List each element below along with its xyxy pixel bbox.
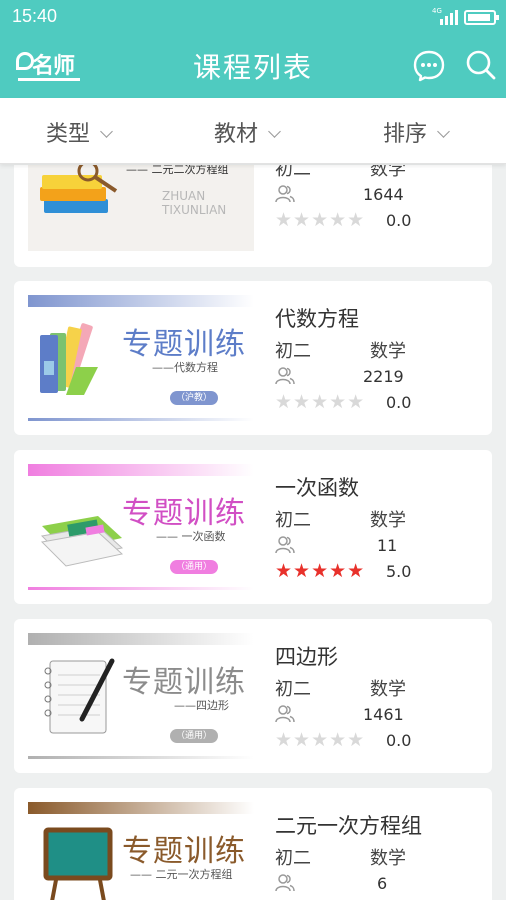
learners-icon xyxy=(275,874,295,892)
course-title: 四边形 xyxy=(275,645,338,669)
filter-type[interactable]: 类型 xyxy=(46,116,113,148)
rating-score: 0.0 xyxy=(386,211,412,230)
thumb-subtitle: ——代数方程 xyxy=(152,361,218,374)
thumb-subtitle: —— 二元二次方程组 xyxy=(126,165,229,176)
thumb-watermark: ZHUAN TIXUNLIAN xyxy=(162,189,227,217)
course-title: 一次函数 xyxy=(275,476,359,500)
thumb-subtitle: —— 一次函数 xyxy=(156,530,226,543)
books-icon xyxy=(40,323,98,395)
course-card[interactable]: 专题训练 ——四边形 （通用） 四边形 初二 数学 1461 ★★★★★ 0.0 xyxy=(14,619,492,773)
course-card[interactable]: 专题训练 ——代数方程 （沪教） 代数方程 初二 数学 2219 ★★★★★ 0… xyxy=(14,281,492,435)
course-thumbnail: 专题训练 —— 一次函数 （通用） xyxy=(28,464,254,590)
rating-score: 5.0 xyxy=(386,562,412,581)
books-magnifier-icon xyxy=(40,165,118,213)
course-grade: 初二 xyxy=(275,848,311,869)
rating-stars: ★★★★★ xyxy=(275,729,366,751)
filter-textbook[interactable]: 教材 xyxy=(214,116,281,148)
thumb-heading: 专题训练 xyxy=(122,327,246,362)
rating-stars: ★★★★★ xyxy=(275,391,366,413)
signal-icon: 4G xyxy=(432,7,458,25)
status-bar: 15:40 4G xyxy=(0,0,506,34)
rating-score: 0.0 xyxy=(386,731,412,750)
course-subject: 数学 xyxy=(370,510,406,531)
course-thumbnail: 专题训练 ——代数方程 （沪教） xyxy=(28,295,254,421)
learners-icon xyxy=(275,536,295,554)
chevron-down-icon xyxy=(437,125,450,138)
course-thumbnail: 专题训练 —— 二元一次方程组 xyxy=(28,802,254,900)
course-card[interactable]: —— 二元二次方程组 ZHUAN TIXUNLIAN 初二 数学 1644 ★★… xyxy=(14,165,492,267)
thumb-heading: 专题训练 xyxy=(122,496,246,531)
learner-count: 6 xyxy=(377,874,388,893)
chevron-down-icon xyxy=(268,125,281,138)
thumb-subtitle: —— 二元一次方程组 xyxy=(130,868,233,881)
app-bar: 名师 课程列表 xyxy=(0,34,506,98)
search-button[interactable] xyxy=(464,48,498,82)
network-label: 4G xyxy=(432,7,442,15)
battery-icon xyxy=(464,10,499,25)
course-subject: 数学 xyxy=(370,848,406,869)
learners-icon xyxy=(275,367,295,385)
course-thumbnail: 专题训练 ——四边形 （通用） xyxy=(28,633,254,759)
course-title: 代数方程 xyxy=(275,307,359,331)
status-time: 15:40 xyxy=(12,6,58,26)
course-title: 二元一次方程组 xyxy=(275,814,422,838)
filter-textbook-label: 教材 xyxy=(214,122,259,147)
course-card[interactable]: 专题训练 —— 一次函数 （通用） 一次函数 初二 数学 11 ★★★★★ 5.… xyxy=(14,450,492,604)
filter-bar: 类型 教材 排序 xyxy=(0,98,506,164)
course-grade: 初二 xyxy=(275,510,311,531)
notebook-pen-icon xyxy=(44,658,115,734)
message-button[interactable] xyxy=(412,48,446,82)
rating-stars: ★★★★★ xyxy=(275,209,366,231)
thumb-heading: 专题训练 xyxy=(122,834,246,869)
course-grade: 初二 xyxy=(275,341,311,362)
course-thumbnail: —— 二元二次方程组 ZHUAN TIXUNLIAN xyxy=(28,165,254,251)
course-list[interactable]: —— 二元二次方程组 ZHUAN TIXUNLIAN 初二 数学 1644 ★★… xyxy=(0,165,506,900)
course-subject: 数学 xyxy=(370,165,406,180)
thumb-subtitle: ——四边形 xyxy=(174,699,229,712)
blackboard-icon xyxy=(43,827,113,900)
course-subject: 数学 xyxy=(370,679,406,700)
learner-count: 1461 xyxy=(363,705,404,724)
course-card[interactable]: 专题训练 —— 二元一次方程组 二元一次方程组 初二 数学 6 xyxy=(14,788,492,900)
filter-type-label: 类型 xyxy=(46,122,91,147)
rating-stars: ★★★★★ xyxy=(275,560,366,582)
learner-count: 11 xyxy=(377,536,398,555)
thumb-edition-badge: （通用） xyxy=(170,729,218,743)
course-subject: 数学 xyxy=(370,341,406,362)
learner-count: 1644 xyxy=(363,185,404,204)
thumb-heading: 专题训练 xyxy=(122,665,246,700)
learners-icon xyxy=(275,185,295,203)
learner-count: 2219 xyxy=(363,367,404,386)
papers-icon xyxy=(40,516,124,567)
course-grade: 初二 xyxy=(275,679,311,700)
thumb-edition-badge: （通用） xyxy=(170,560,218,574)
thumb-edition-badge: （沪教） xyxy=(170,391,218,405)
filter-sort[interactable]: 排序 xyxy=(383,116,450,148)
course-grade: 初二 xyxy=(275,165,311,180)
chevron-down-icon xyxy=(100,125,113,138)
rating-score: 0.0 xyxy=(386,393,412,412)
search-icon xyxy=(466,50,496,80)
filter-sort-label: 排序 xyxy=(383,122,428,147)
chat-bubble-icon xyxy=(413,50,445,82)
learners-icon xyxy=(275,705,295,723)
